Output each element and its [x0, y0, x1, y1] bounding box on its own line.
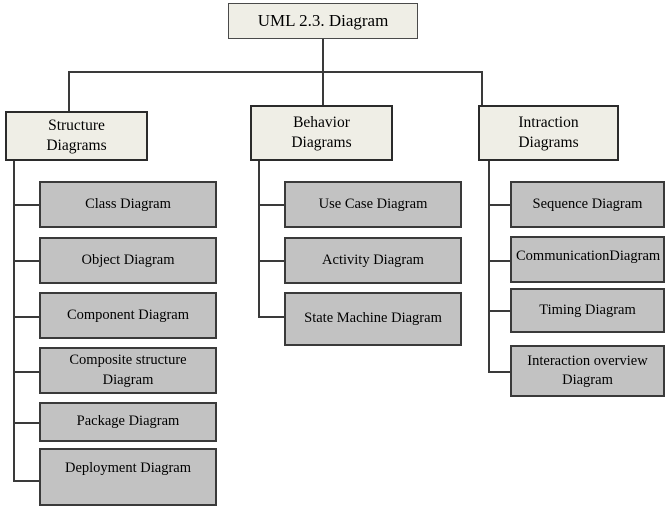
- connector-stub-interaction-overview-diagram: [488, 371, 510, 373]
- node-leaf-timing-diagram[interactable]: Timing Diagram: [510, 288, 665, 333]
- node-leaf-component-diagram-label: Component Diagram: [66, 306, 190, 323]
- connector-stub-object-diagram: [13, 260, 39, 262]
- connector-intraction-spine: [488, 161, 490, 373]
- connector-bus-to-intraction: [481, 71, 483, 105]
- node-category-behavior[interactable]: Behavior Diagrams: [250, 105, 393, 161]
- connector-stub-package-diagram: [13, 422, 39, 424]
- node-category-structure[interactable]: Structure Diagrams: [5, 111, 148, 161]
- connector-stub-timing-diagram: [488, 310, 510, 312]
- node-category-behavior-label: Behavior Diagrams: [252, 113, 391, 154]
- connector-root-bus: [68, 71, 482, 73]
- node-leaf-package-diagram[interactable]: Package Diagram: [39, 402, 217, 442]
- node-leaf-interaction-overview-diagram[interactable]: Interaction overview Diagram: [510, 345, 665, 397]
- node-leaf-use-case-diagram[interactable]: Use Case Diagram: [284, 181, 462, 228]
- connector-stub-composite-structure-diagram: [13, 371, 39, 373]
- node-root-uml-diagram[interactable]: UML 2.3. Diagram: [228, 3, 418, 39]
- connector-stub-deployment-diagram: [13, 480, 39, 482]
- connector-stub-activity-diagram: [258, 260, 284, 262]
- node-category-structure-line1: Structure: [48, 116, 105, 134]
- node-category-behavior-line2: Diagrams: [291, 134, 352, 151]
- node-leaf-deployment-diagram-label: Deployment Diagram: [64, 460, 192, 476]
- node-category-intraction-line2: Diagrams: [518, 134, 579, 151]
- connector-bus-to-behavior: [322, 71, 324, 105]
- node-root-label: UML 2.3. Diagram: [257, 10, 389, 30]
- node-leaf-communication-diagram-label: CommunicationDiagram: [516, 248, 661, 264]
- node-leaf-state-machine-diagram[interactable]: State Machine Diagram: [284, 292, 462, 346]
- connector-bus-to-structure: [68, 71, 70, 111]
- node-leaf-activity-diagram[interactable]: Activity Diagram: [284, 237, 462, 284]
- node-category-intraction-line1: Intraction: [518, 113, 579, 131]
- node-leaf-activity-diagram-label: Activity Diagram: [322, 251, 424, 268]
- node-leaf-deployment-diagram[interactable]: Deployment Diagram: [39, 448, 217, 506]
- node-leaf-class-diagram[interactable]: Class Diagram: [39, 181, 217, 228]
- connector-root-stem: [322, 39, 324, 72]
- node-leaf-timing-diagram-label: Timing Diagram: [539, 301, 636, 318]
- node-leaf-composite-structure-diagram-label: Composite structure Diagram: [69, 352, 187, 388]
- node-leaf-interaction-overview-diagram-label: Interaction overview Diagram: [527, 352, 648, 388]
- node-leaf-use-case-diagram-label: Use Case Diagram: [318, 195, 428, 212]
- node-leaf-state-machine-diagram-label: State Machine Diagram: [304, 310, 442, 327]
- connector-stub-state-machine-diagram: [258, 316, 284, 318]
- node-category-intraction-label: Intraction Diagrams: [480, 113, 617, 154]
- node-category-structure-label: Structure Diagrams: [7, 116, 146, 157]
- connector-structure-spine: [13, 161, 15, 481]
- node-leaf-object-diagram-label: Object Diagram: [81, 251, 175, 268]
- connector-stub-use-case-diagram: [258, 204, 284, 206]
- node-category-behavior-line1: Behavior: [293, 113, 350, 131]
- node-leaf-composite-structure-diagram[interactable]: Composite structure Diagram: [39, 347, 217, 394]
- node-leaf-object-diagram[interactable]: Object Diagram: [39, 237, 217, 284]
- node-leaf-class-diagram-label: Class Diagram: [85, 195, 171, 212]
- connector-stub-class-diagram: [13, 204, 39, 206]
- node-category-structure-line2: Diagrams: [46, 137, 107, 154]
- node-leaf-package-diagram-label: Package Diagram: [76, 413, 180, 430]
- node-leaf-communication-diagram[interactable]: CommunicationDiagram: [510, 236, 665, 283]
- connector-behavior-spine: [258, 161, 260, 318]
- connector-stub-communication-diagram: [488, 260, 510, 262]
- node-category-intraction[interactable]: Intraction Diagrams: [478, 105, 619, 161]
- connector-stub-component-diagram: [13, 316, 39, 318]
- node-leaf-sequence-diagram-label: Sequence Diagram: [532, 195, 643, 212]
- node-leaf-component-diagram[interactable]: Component Diagram: [39, 292, 217, 339]
- connector-stub-sequence-diagram: [488, 204, 510, 206]
- node-leaf-sequence-diagram[interactable]: Sequence Diagram: [510, 181, 665, 228]
- uml-taxonomy-diagram: UML 2.3. Diagram Structure Diagrams Class…: [0, 0, 669, 508]
